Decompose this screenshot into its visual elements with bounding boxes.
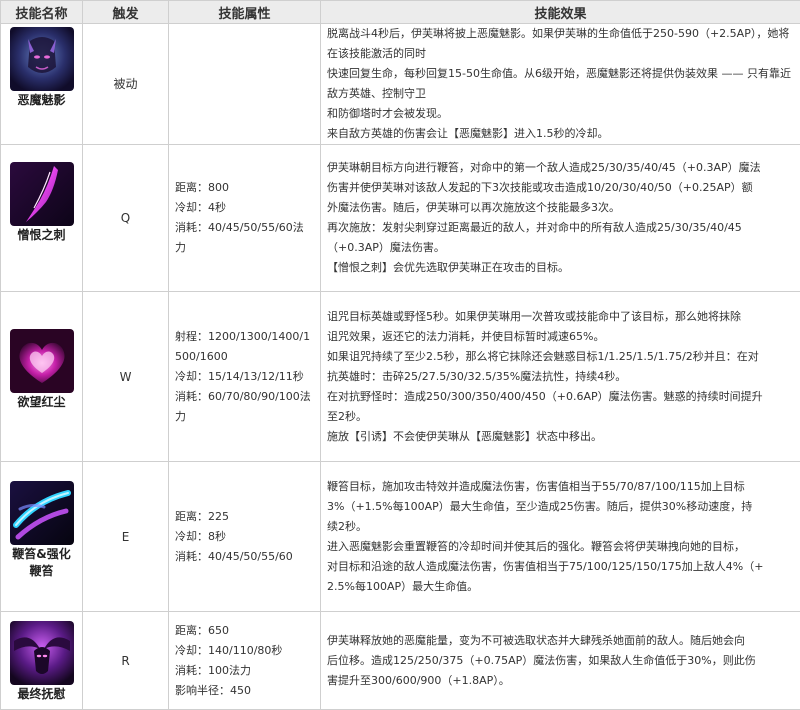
skill-effect: 鞭笞目标，施加攻击特效并造成魔法伤害，伤害值相当于55/70/87/100/11… xyxy=(321,462,800,612)
table-row: 最终抚慰 R 距离：650 冷却：140/110/80秒 消耗：100法力 影响… xyxy=(1,612,800,710)
effect-line: 抗英雄时：击碎25/27.5/30/32.5/35%魔法抗性，持续4秒。 xyxy=(327,367,794,387)
table-row: 欲望红尘 W 射程：1200/1300/1400/1 500/1600 冷却：1… xyxy=(1,292,800,462)
hate-spike-icon xyxy=(10,162,74,226)
whiplash-icon xyxy=(10,481,74,545)
effect-line: 再次施放：发射尖刺穿过距离最近的敌人，并对命中的所有敌人造成25/30/35/4… xyxy=(327,218,794,238)
skill-trigger: 被动 xyxy=(83,24,169,145)
effect-line: （+0.3AP）魔法伤害。 xyxy=(327,238,794,258)
skill-name: 鞭笞 xyxy=(1,563,82,580)
effect-line: 伊芙琳释放她的恶魔能量，变为不可被选取状态并大肆残杀她面前的敌人。随后她会向 xyxy=(327,631,794,651)
effect-line: 外魔法伤害。随后，伊芙琳可以再次施放这个技能最多3次。 xyxy=(327,198,794,218)
skill-effect: 脱离战斗4秒后，伊芙琳将披上恶魔魅影。如果伊芙琳的生命值低于250-590（+2… xyxy=(321,24,800,145)
skill-trigger: Q xyxy=(83,145,169,292)
attribute-line: 消耗：40/45/50/55/60法 xyxy=(175,218,314,238)
table-row: 憎恨之刺 Q 距离：800 冷却：4秒 消耗：40/45/50/55/60法 力… xyxy=(1,145,800,292)
table-row: 鞭笞&强化 鞭笞 E 距离：225 冷却：8秒 消耗：40/45/50/55/6… xyxy=(1,462,800,612)
effect-line: 后位移。造成125/250/375（+0.75AP）魔法伤害，如果敌人生命值低于… xyxy=(327,651,794,671)
skill-attributes: 距离：225 冷却：8秒 消耗：40/45/50/55/60 xyxy=(169,462,321,612)
effect-line: 进入恶魔魅影会重置鞭笞的冷却时间并使其后的强化。鞭笞会将伊芙琳拽向她的目标， xyxy=(327,537,794,557)
skill-effect: 伊芙琳朝目标方向进行鞭笞，对命中的第一个敌人造成25/30/35/40/45（+… xyxy=(321,145,800,292)
header-attributes: 技能属性 xyxy=(169,1,321,24)
header-skill-name: 技能名称 xyxy=(1,1,83,24)
effect-line: 如果诅咒持续了至少2.5秒，那么将它抹除还会魅惑目标1/1.25/1.5/1.7… xyxy=(327,347,794,367)
effect-line: 和防御塔时才会被发现。 xyxy=(327,104,794,124)
attribute-line: 距离：225 xyxy=(175,507,314,527)
attribute-line: 力 xyxy=(175,238,314,258)
attribute-line: 距离：650 xyxy=(175,621,314,641)
attribute-line: 冷却：15/14/13/12/11秒 xyxy=(175,367,314,387)
attribute-line: 冷却：140/110/80秒 xyxy=(175,641,314,661)
skill-attributes: 距离：800 冷却：4秒 消耗：40/45/50/55/60法 力 xyxy=(169,145,321,292)
attribute-line: 500/1600 xyxy=(175,347,314,367)
attribute-line: 距离：800 xyxy=(175,178,314,198)
attribute-line: 冷却：4秒 xyxy=(175,198,314,218)
skill-effect: 诅咒目标英雄或野怪5秒。如果伊芙琳用一次普攻或技能命中了该目标，那么她将抹除 诅… xyxy=(321,292,800,462)
passive-demon-shade-icon xyxy=(10,27,74,91)
effect-line: 3%（+1.5%每100AP）最大生命值，至少造成25伤害。随后，提供30%移动… xyxy=(327,497,794,517)
attribute-line: 消耗：40/45/50/55/60 xyxy=(175,547,314,567)
skill-trigger: R xyxy=(83,612,169,710)
skill-name: 欲望红尘 xyxy=(1,394,82,411)
skill-trigger: E xyxy=(83,462,169,612)
effect-line: 伊芙琳朝目标方向进行鞭笞，对命中的第一个敌人造成25/30/35/40/45（+… xyxy=(327,158,794,178)
skill-name-cell: 最终抚慰 xyxy=(1,612,83,710)
allure-heart-icon xyxy=(10,329,74,393)
effect-line: 诅咒目标英雄或野怪5秒。如果伊芙琳用一次普攻或技能命中了该目标，那么她将抹除 xyxy=(327,307,794,327)
effect-line: 续2秒。 xyxy=(327,517,794,537)
attribute-line: 消耗：60/70/80/90/100法 xyxy=(175,387,314,407)
header-trigger: 触发 xyxy=(83,1,169,24)
skill-effect: 伊芙琳释放她的恶魔能量，变为不可被选取状态并大肆残杀她面前的敌人。随后她会向 后… xyxy=(321,612,800,710)
effect-line: 对目标和沿途的敌人造成魔法伤害，伤害值相当于75/100/125/150/175… xyxy=(327,557,794,577)
skill-name-cell: 恶魔魅影 xyxy=(1,24,83,145)
effect-line: 在对抗野怪时：造成250/300/350/400/450（+0.6AP）魔法伤害… xyxy=(327,387,794,407)
effect-line: 施放【引诱】不会使伊芙琳从【恶魔魅影】状态中移出。 xyxy=(327,427,794,447)
effect-line: 2.5%每100AP）最大生命值。 xyxy=(327,577,794,597)
attribute-line: 力 xyxy=(175,407,314,427)
skills-table: 技能名称 触发 技能属性 技能效果 xyxy=(0,0,800,710)
skill-trigger: W xyxy=(83,292,169,462)
table-row: 恶魔魅影 被动 脱离战斗4秒后，伊芙琳将披上恶魔魅影。如果伊芙琳的生命值低于25… xyxy=(1,24,800,145)
effect-line: 害提升至300/600/900（+1.8AP）。 xyxy=(327,671,794,691)
attribute-line: 消耗：100法力 xyxy=(175,661,314,681)
skill-name: 鞭笞&强化 xyxy=(1,546,82,563)
effect-line: 诅咒效果，返还它的法力消耗，并使目标暂时减速65%。 xyxy=(327,327,794,347)
skill-attributes xyxy=(169,24,321,145)
skill-attributes: 距离：650 冷却：140/110/80秒 消耗：100法力 影响半径：450 xyxy=(169,612,321,710)
skill-name-cell: 憎恨之刺 xyxy=(1,145,83,292)
skill-name: 恶魔魅影 xyxy=(1,92,82,109)
table-header-row: 技能名称 触发 技能属性 技能效果 xyxy=(1,1,800,24)
effect-line: 【憎恨之刺】会优先选取伊芙琳正在攻击的目标。 xyxy=(327,258,794,278)
effect-line: 至2秒。 xyxy=(327,407,794,427)
skill-attributes: 射程：1200/1300/1400/1 500/1600 冷却：15/14/13… xyxy=(169,292,321,462)
header-effect: 技能效果 xyxy=(321,1,800,24)
last-caress-icon xyxy=(10,621,74,685)
effect-line: 伤害并使伊芙琳对该敌人发起的下3次技能或攻击造成10/20/30/40/50（+… xyxy=(327,178,794,198)
effect-line: 快速回复生命，每秒回复15-50生命值。从6级开始，恶魔魅影还将提供伪装效果 —… xyxy=(327,64,794,104)
skill-name: 憎恨之刺 xyxy=(1,227,82,244)
skill-name: 最终抚慰 xyxy=(1,686,82,703)
effect-line: 来自敌方英雄的伤害会让【恶魔魅影】进入1.5秒的冷却。 xyxy=(327,124,794,144)
effect-line: 鞭笞目标，施加攻击特效并造成魔法伤害，伤害值相当于55/70/87/100/11… xyxy=(327,477,794,497)
effect-line: 脱离战斗4秒后，伊芙琳将披上恶魔魅影。如果伊芙琳的生命值低于250-590（+2… xyxy=(327,24,794,64)
skill-name-cell: 欲望红尘 xyxy=(1,292,83,462)
attribute-line: 射程：1200/1300/1400/1 xyxy=(175,327,314,347)
attribute-line: 冷却：8秒 xyxy=(175,527,314,547)
attribute-line: 影响半径：450 xyxy=(175,681,314,701)
skill-name-cell: 鞭笞&强化 鞭笞 xyxy=(1,462,83,612)
